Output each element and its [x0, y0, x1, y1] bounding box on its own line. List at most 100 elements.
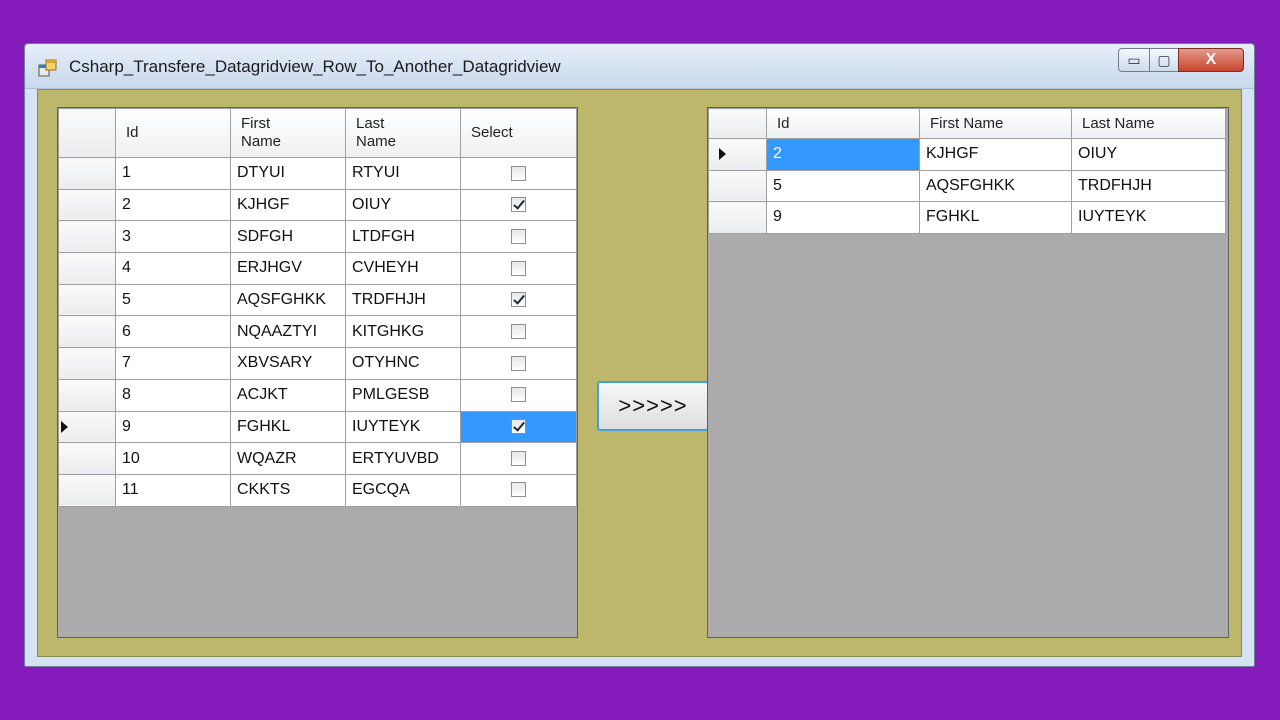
cell-last-name[interactable]: KITGHKG [345, 315, 461, 349]
maximize-button[interactable]: ▢ [1149, 48, 1179, 72]
source-grid-corner-header[interactable] [58, 108, 116, 158]
cell-id[interactable]: 5 [766, 169, 920, 202]
row-header[interactable] [58, 283, 116, 317]
select-checkbox[interactable] [511, 482, 526, 498]
cell-last-name[interactable]: LTDFGH [345, 220, 461, 254]
cell-first-name[interactable]: WQAZR [230, 442, 346, 475]
table-row[interactable]: 10 WQAZR ERTYUVBD [58, 442, 577, 475]
cell-id[interactable]: 7 [115, 347, 231, 380]
select-checkbox[interactable] [511, 165, 526, 181]
select-checkbox[interactable] [511, 355, 526, 371]
cell-last-name[interactable]: OIUY [345, 188, 461, 222]
row-header[interactable] [58, 442, 116, 475]
select-checkbox[interactable] [511, 260, 526, 276]
table-row[interactable]: 2 KJHGF OIUY [708, 138, 1226, 171]
cell-first-name[interactable]: CKKTS [230, 473, 346, 507]
cell-first-name[interactable]: AQSFGHKK [230, 283, 346, 317]
table-row[interactable]: 4 ERJHGV CVHEYH [58, 252, 577, 285]
row-header[interactable] [58, 220, 116, 254]
column-header-select[interactable]: Select [460, 108, 577, 158]
select-checkbox[interactable] [511, 324, 526, 340]
cell-first-name[interactable]: KJHGF [230, 188, 346, 222]
cell-select[interactable] [460, 188, 577, 222]
target-datagridview[interactable]: Id First Name Last Name 2 KJHGF OIUY 5 AQSFG… [707, 107, 1229, 638]
table-row[interactable]: 1 DTYUI RTYUI [58, 157, 577, 190]
close-button[interactable]: X [1178, 48, 1244, 72]
cell-id[interactable]: 11 [115, 473, 231, 507]
column-header-first-name[interactable]: First Name [230, 108, 346, 158]
row-header[interactable] [58, 252, 116, 285]
column-header-last-name[interactable]: Last Name [345, 108, 461, 158]
cell-first-name[interactable]: SDFGH [230, 220, 346, 254]
table-row[interactable]: 8 ACJKT PMLGESB [58, 378, 577, 412]
cell-first-name[interactable]: FGHKL [230, 410, 346, 444]
minimize-button[interactable]: ▭ [1118, 48, 1150, 72]
cell-last-name[interactable]: RTYUI [345, 157, 461, 190]
cell-id[interactable]: 3 [115, 220, 231, 254]
select-checkbox[interactable] [511, 292, 526, 308]
cell-last-name[interactable]: IUYTEYK [1071, 201, 1226, 234]
cell-last-name[interactable]: OIUY [1071, 138, 1226, 171]
cell-id[interactable]: 4 [115, 252, 231, 285]
cell-select[interactable] [460, 347, 577, 380]
select-checkbox[interactable] [511, 228, 526, 244]
cell-select[interactable] [460, 283, 577, 317]
table-row[interactable]: 5 AQSFGHKK TRDFHJH [708, 169, 1226, 202]
cell-select[interactable] [460, 378, 577, 412]
cell-select[interactable] [460, 220, 577, 254]
cell-last-name[interactable]: IUYTEYK [345, 410, 461, 444]
cell-first-name[interactable]: AQSFGHKK [919, 169, 1072, 202]
title-bar[interactable]: Csharp_Transfere_Datagridview_Row_To_Ano… [25, 44, 1254, 89]
table-row[interactable]: 5 AQSFGHKK TRDFHJH [58, 283, 577, 317]
cell-first-name[interactable]: KJHGF [919, 138, 1072, 171]
row-header[interactable] [58, 188, 116, 222]
row-header[interactable] [58, 157, 116, 190]
cell-select[interactable] [460, 157, 577, 190]
cell-select[interactable] [460, 252, 577, 285]
cell-last-name[interactable]: PMLGESB [345, 378, 461, 412]
cell-select[interactable] [460, 442, 577, 475]
cell-last-name[interactable]: OTYHNC [345, 347, 461, 380]
select-checkbox[interactable] [511, 450, 526, 466]
row-header[interactable] [708, 169, 767, 202]
select-checkbox[interactable] [511, 387, 526, 403]
row-header[interactable] [58, 378, 116, 412]
cell-first-name[interactable]: ACJKT [230, 378, 346, 412]
table-row[interactable]: 7 XBVSARY OTYHNC [58, 347, 577, 380]
table-row[interactable]: 2 KJHGF OIUY [58, 188, 577, 222]
cell-select[interactable] [460, 473, 577, 507]
cell-select[interactable] [460, 410, 577, 444]
table-row[interactable]: 9 FGHKL IUYTEYK [708, 201, 1226, 234]
source-datagridview[interactable]: Id First Name Last Name Select 1 DTYUI RTY… [57, 107, 578, 638]
row-header[interactable] [708, 138, 767, 171]
cell-id[interactable]: 8 [115, 378, 231, 412]
cell-id[interactable]: 1 [115, 157, 231, 190]
row-header[interactable] [58, 410, 116, 444]
cell-id[interactable]: 10 [115, 442, 231, 475]
cell-first-name[interactable]: DTYUI [230, 157, 346, 190]
cell-id[interactable]: 9 [766, 201, 920, 234]
cell-id[interactable]: 2 [115, 188, 231, 222]
row-header[interactable] [708, 201, 767, 234]
row-header[interactable] [58, 347, 116, 380]
cell-last-name[interactable]: CVHEYH [345, 252, 461, 285]
cell-id[interactable]: 5 [115, 283, 231, 317]
cell-first-name[interactable]: ERJHGV [230, 252, 346, 285]
transfer-rows-button[interactable]: >>>>> [597, 381, 709, 431]
table-row[interactable]: 11 CKKTS EGCQA [58, 473, 577, 507]
cell-last-name[interactable]: ERTYUVBD [345, 442, 461, 475]
table-row[interactable]: 3 SDFGH LTDFGH [58, 220, 577, 254]
cell-first-name[interactable]: NQAAZTYI [230, 315, 346, 349]
cell-id[interactable]: 9 [115, 410, 231, 444]
target-grid-corner-header[interactable] [708, 108, 767, 139]
row-header[interactable] [58, 315, 116, 349]
cell-last-name[interactable]: TRDFHJH [1071, 169, 1226, 202]
cell-first-name[interactable]: XBVSARY [230, 347, 346, 380]
row-header[interactable] [58, 473, 116, 507]
cell-first-name[interactable]: FGHKL [919, 201, 1072, 234]
select-checkbox[interactable] [511, 197, 526, 213]
table-row[interactable]: 6 NQAAZTYI KITGHKG [58, 315, 577, 349]
column-header-id[interactable]: Id [766, 108, 920, 139]
column-header-first-name[interactable]: First Name [919, 108, 1072, 139]
column-header-last-name[interactable]: Last Name [1071, 108, 1226, 139]
